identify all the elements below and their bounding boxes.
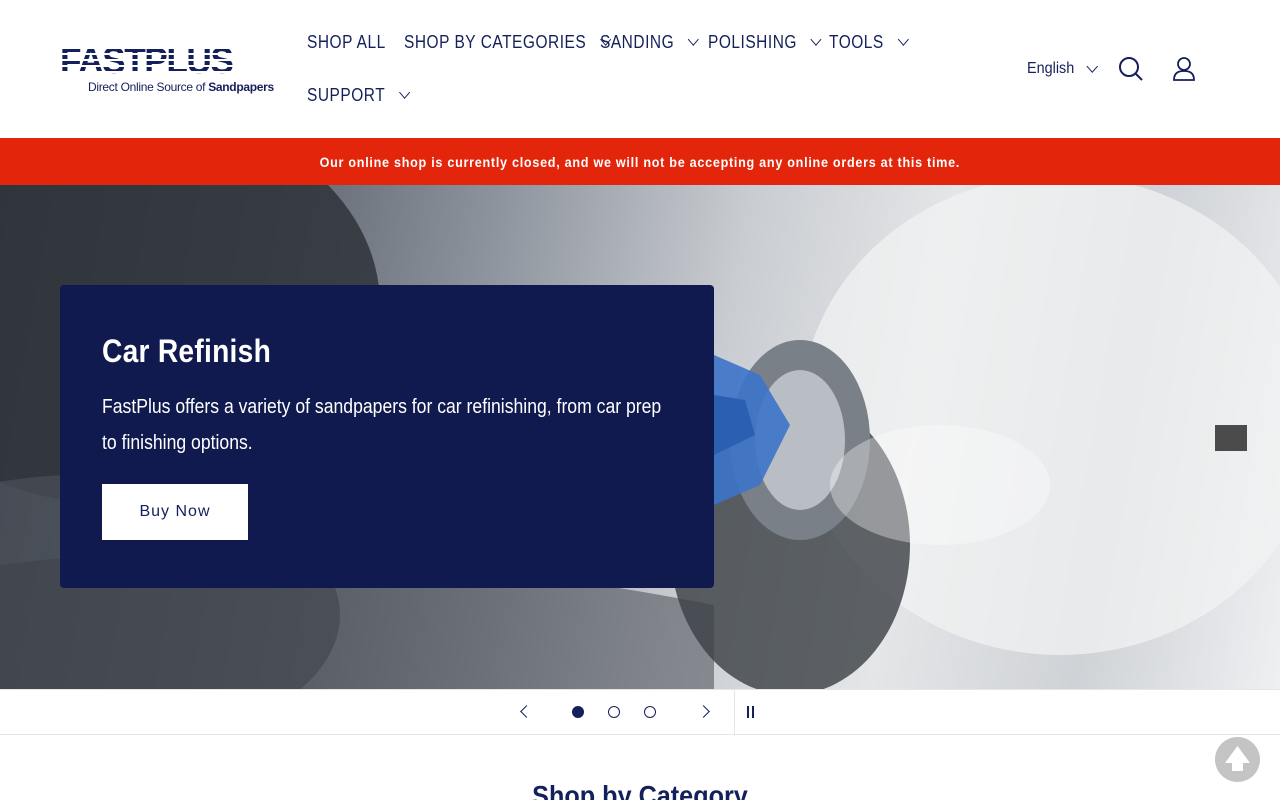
tagline-prefix: Direct Online Source of (88, 80, 209, 94)
section-title: Shop by Category (532, 780, 748, 800)
chevron-left-icon[interactable] (520, 705, 533, 718)
nav-item-label: SHOP BY CATEGORIES (404, 31, 587, 52)
account-icon[interactable] (1168, 53, 1200, 85)
announcement-bar: Our online shop is currently closed, and… (0, 138, 1280, 185)
nav-item-label: SUPPORT (307, 84, 386, 105)
announcement-text: Our online shop is currently closed, and… (319, 153, 961, 170)
nav-item-polishing[interactable]: POLISHING (708, 24, 822, 60)
buy-now-button[interactable]: Buy Now (102, 484, 248, 540)
language-label: English (1027, 60, 1075, 77)
chevron-down-icon (810, 32, 822, 46)
arrow-up-icon (1225, 746, 1250, 771)
chevron-down-icon (1086, 59, 1099, 73)
search-icon[interactable] (1115, 53, 1147, 85)
nav-item-shop-by-categories[interactable]: SHOP BY CATEGORIES (404, 24, 612, 60)
chevron-right-icon[interactable] (697, 705, 710, 718)
chevron-down-icon (897, 32, 909, 46)
nav-item-label: SANDING (600, 31, 675, 52)
nav-item-shop-all[interactable]: SHOP ALL (307, 24, 386, 60)
nav-item-label: TOOLS (829, 31, 884, 52)
tagline-emphasis: Sandpapers (208, 80, 274, 94)
chevron-down-icon (399, 85, 410, 99)
site-header: FASTPLUS Direct Online Source of Sandpap… (0, 0, 1280, 138)
slide-dot-3[interactable] (644, 706, 656, 718)
nav-item-tools[interactable]: TOOLS (829, 24, 909, 60)
hero-slideshow: Car Refinish FastPlus offers a variety o… (0, 185, 1280, 689)
nav-item-label: POLISHING (708, 31, 797, 52)
nav-item-support[interactable]: SUPPORT (307, 77, 410, 113)
logo-tagline: Direct Online Source of Sandpapers (88, 80, 274, 94)
slide-dot-2[interactable] (608, 706, 620, 718)
logo[interactable]: FASTPLUS Direct Online Source of Sandpap… (60, 40, 274, 95)
nav-item-label: SHOP ALL (307, 31, 386, 52)
hero-card: Car Refinish FastPlus offers a variety o… (60, 285, 714, 588)
divider (734, 690, 735, 736)
slider-controls (0, 689, 1280, 736)
pause-icon[interactable] (746, 706, 756, 718)
slide-dot-1[interactable] (572, 706, 584, 718)
nav-item-sanding[interactable]: SANDING (600, 24, 699, 60)
language-selector[interactable]: English (1027, 55, 1099, 83)
back-to-top-button[interactable] (1215, 737, 1260, 782)
logo-wordmark: FASTPLUS (60, 40, 234, 81)
hero-text: FastPlus offers a variety of sandpapers … (102, 396, 662, 454)
chevron-down-icon (688, 32, 699, 46)
hero-title: Car Refinish (102, 333, 272, 369)
